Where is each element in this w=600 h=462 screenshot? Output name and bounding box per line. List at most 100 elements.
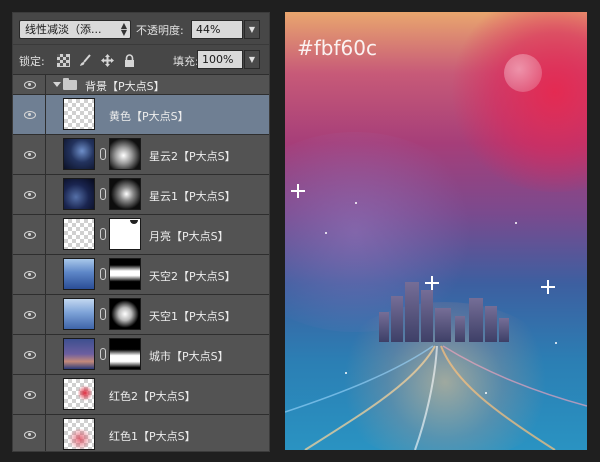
building — [499, 318, 509, 342]
eye-icon — [24, 430, 36, 439]
layer-row-sky-1[interactable]: 天空1【P大点S】 — [13, 295, 269, 335]
building — [455, 316, 465, 342]
layer-name: 红色1【P大点S】 — [109, 430, 196, 443]
eye-icon — [24, 190, 36, 199]
layer-thumbnail — [63, 418, 95, 450]
red-blot — [68, 429, 92, 449]
eye-icon — [24, 150, 36, 159]
layer-thumbnail — [63, 258, 95, 290]
folder-icon — [63, 78, 77, 90]
moon — [504, 54, 542, 92]
layer-thumbnail — [63, 98, 95, 130]
layer-name: 天空2【P大点S】 — [149, 270, 236, 283]
layer-name: 黄色【P大点S】 — [109, 110, 189, 123]
layer-thumbnail — [63, 338, 95, 370]
layer-row-sky-2[interactable]: 天空2【P大点S】 — [13, 255, 269, 295]
layer-mask-thumbnail[interactable] — [109, 338, 141, 370]
color-hex-label: #fbf60c — [297, 36, 377, 60]
opacity-input[interactable]: 44% — [191, 20, 243, 39]
visibility-toggle[interactable] — [13, 135, 46, 174]
layer-name: 红色2【P大点S】 — [109, 390, 196, 403]
layer-name: 星云1【P大点S】 — [149, 190, 236, 203]
visibility-toggle[interactable] — [13, 295, 46, 334]
lock-position-move-icon[interactable] — [101, 54, 114, 67]
eye-icon — [24, 390, 36, 399]
building — [379, 312, 389, 342]
layer-name: 天空1【P大点S】 — [149, 310, 236, 323]
layer-name: 月亮【P大点S】 — [149, 230, 229, 243]
layer-row-nebula-1[interactable]: 星云1【P大点S】 — [13, 175, 269, 215]
sparkle-icon — [541, 280, 555, 294]
visibility-toggle[interactable] — [13, 415, 46, 451]
red-glow — [445, 12, 587, 192]
opacity-label: 不透明度: — [136, 24, 184, 37]
layer-thumbnail — [63, 178, 95, 210]
blend-mode-value: 线性减淡（添... — [25, 23, 102, 36]
visibility-toggle[interactable] — [13, 375, 46, 414]
visibility-toggle[interactable] — [13, 175, 46, 214]
layer-row-nebula-2[interactable]: 星云2【P大点S】 — [13, 135, 269, 175]
chevron-down-icon: ▼ — [248, 55, 256, 64]
opacity-value: 44% — [196, 23, 221, 36]
fill-dropdown-button[interactable]: ▼ — [244, 50, 260, 69]
star — [355, 202, 357, 204]
sparkle-icon — [291, 184, 305, 198]
layer-row-red-1[interactable]: 红色1【P大点S】 — [13, 415, 269, 451]
layers-panel: 线性减淡（添... ▲▼ 不透明度: 44% ▼ 锁定: 填充: 100% ▼ — [12, 12, 270, 452]
layer-group-row[interactable]: 背景【P大点S】 — [13, 75, 269, 95]
layer-thumbnail — [63, 138, 95, 170]
mask-mark — [130, 220, 138, 224]
layer-mask-thumbnail[interactable] — [109, 138, 141, 170]
chevron-down-icon: ▼ — [248, 25, 256, 34]
red-blot — [78, 385, 92, 401]
link-chain-icon[interactable] — [100, 268, 106, 280]
disclosure-triangle-icon[interactable] — [53, 82, 61, 87]
star — [325, 232, 327, 234]
select-arrows-icon: ▲ ▼ — [120, 21, 127, 37]
artwork-canvas[interactable]: #fbf60c — [285, 12, 587, 450]
eye-icon — [24, 230, 36, 239]
lock-transparent-pixels-icon[interactable] — [57, 54, 70, 67]
layer-row-red-2[interactable]: 红色2【P大点S】 — [13, 375, 269, 415]
layer-row-yellow[interactable]: 黄色【P大点S】 — [13, 95, 269, 135]
lock-label: 锁定: — [19, 55, 45, 68]
link-chain-icon[interactable] — [100, 188, 106, 200]
layer-mask-thumbnail[interactable] — [109, 298, 141, 330]
eye-icon — [24, 110, 36, 119]
fill-input[interactable]: 100% — [197, 50, 243, 69]
lock-image-pixels-brush-icon[interactable] — [79, 54, 92, 67]
layer-mask-thumbnail[interactable] — [109, 258, 141, 290]
group-name: 背景【P大点S】 — [85, 80, 165, 93]
eye-icon — [24, 350, 36, 359]
visibility-toggle[interactable] — [13, 255, 46, 294]
blend-mode-select[interactable]: 线性减淡（添... ▲ ▼ — [19, 20, 131, 39]
fill-label: 填充: — [173, 55, 199, 68]
link-chain-icon[interactable] — [100, 308, 106, 320]
building — [405, 282, 419, 342]
star — [515, 222, 517, 224]
layer-name: 城市【P大点S】 — [149, 350, 229, 363]
layer-row-moon[interactable]: 月亮【P大点S】 — [13, 215, 269, 255]
visibility-toggle[interactable] — [13, 335, 46, 374]
city-skyline — [375, 270, 525, 342]
building — [391, 296, 403, 342]
visibility-toggle[interactable] — [13, 215, 46, 254]
building — [469, 298, 483, 342]
light-trails — [285, 345, 587, 450]
fill-value: 100% — [202, 53, 234, 66]
link-chain-icon[interactable] — [100, 228, 106, 240]
building — [435, 308, 451, 342]
visibility-toggle[interactable] — [13, 95, 46, 134]
layer-thumbnail — [63, 218, 95, 250]
layer-mask-thumbnail[interactable] — [109, 218, 141, 250]
layer-row-city[interactable]: 城市【P大点S】 — [13, 335, 269, 375]
opacity-dropdown-button[interactable]: ▼ — [244, 20, 260, 39]
building — [421, 290, 433, 342]
lock-all-padlock-icon[interactable] — [123, 54, 136, 67]
visibility-toggle[interactable] — [13, 75, 46, 94]
link-chain-icon[interactable] — [100, 148, 106, 160]
layer-thumbnail — [63, 298, 95, 330]
eye-icon — [24, 310, 36, 319]
layer-mask-thumbnail[interactable] — [109, 178, 141, 210]
link-chain-icon[interactable] — [100, 348, 106, 360]
